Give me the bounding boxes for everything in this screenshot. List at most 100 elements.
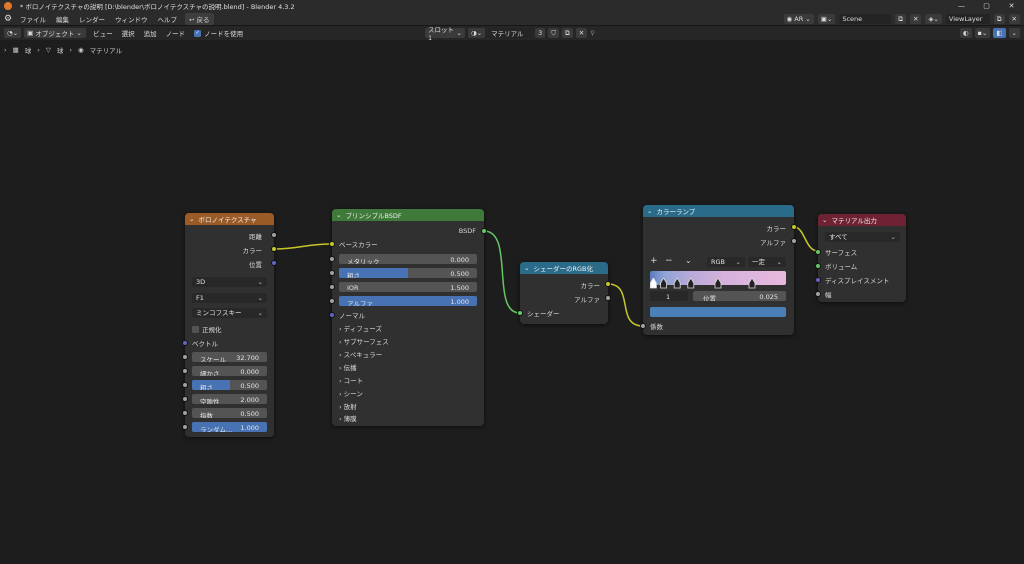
output-alpha-socket[interactable] — [791, 238, 797, 244]
color-ramp-node-header[interactable]: ⌄ カラーランプ — [643, 205, 794, 217]
feature-dropdown[interactable]: F1 ⌄ — [192, 293, 267, 303]
input-vector-socket[interactable] — [182, 340, 188, 346]
output-alpha-socket[interactable] — [605, 295, 611, 301]
input-alpha-socket[interactable] — [329, 298, 335, 304]
normalize-checkbox[interactable] — [192, 325, 199, 333]
distance-metric-dropdown[interactable]: ミンコフスキー ⌄ — [192, 308, 267, 318]
output-bsdf-socket[interactable] — [481, 228, 487, 234]
output-color-socket[interactable] — [605, 281, 611, 287]
color-mode-dropdown[interactable]: RGB ⌄ — [707, 257, 745, 267]
panel-sheen[interactable]: › シーン — [339, 388, 363, 398]
exponent-field[interactable]: 指数 0.500 — [192, 408, 267, 418]
panel-emission[interactable]: › 放射 — [339, 401, 357, 411]
input-thickness-label: 幅 — [825, 291, 832, 299]
material-output-node-header[interactable]: ⌄ マテリアル出力 — [818, 214, 906, 226]
output-color-socket[interactable] — [791, 224, 797, 230]
chevron-down-icon: ⌄ — [776, 258, 782, 266]
input-thickness-socket[interactable] — [815, 291, 821, 297]
principled-bsdf-node[interactable]: ⌄ プリンシプルBSDF BSDF ベースカラー メタリック 0.000 粗さ 0.… — [329, 209, 487, 426]
panel-transmission[interactable]: › 伝播 — [339, 362, 357, 372]
color-ramp-stops[interactable] — [650, 278, 786, 290]
color-stop-marker[interactable] — [714, 278, 722, 289]
alpha-field[interactable]: アルファ 1.000 — [339, 296, 477, 306]
input-shader-socket[interactable] — [517, 310, 523, 316]
lacunarity-field[interactable]: 空隙性 2.000 — [192, 394, 267, 404]
output-bsdf-label: BSDF — [458, 227, 476, 235]
input-volume-socket[interactable] — [815, 263, 821, 269]
shader-rgb-node-title: シェーダーのRGB化 — [533, 265, 593, 273]
input-roughness-socket[interactable] — [182, 382, 188, 388]
panel-coat[interactable]: › コート — [339, 375, 363, 385]
panel-diffuse[interactable]: › ディフューズ — [339, 323, 382, 333]
ramp-menu-chevron-icon[interactable]: ⌄ — [685, 256, 692, 265]
normalize-label: 正規化 — [202, 326, 222, 334]
chevron-down-icon: ⌄ — [257, 309, 263, 317]
material-output-node[interactable]: ⌄ マテリアル出力 すべて ⌄ サーフェス ボリューム ディスプレイスメント 幅 — [815, 214, 906, 302]
principled-node-header[interactable]: ⌄ プリンシプルBSDF — [332, 209, 484, 221]
input-metallic-socket[interactable] — [329, 256, 335, 262]
ior-field[interactable]: IOR 1.500 — [339, 282, 477, 292]
output-distance-socket[interactable] — [271, 232, 277, 238]
material-output-node-title: マテリアル出力 — [831, 217, 877, 225]
input-fac-socket[interactable] — [640, 323, 646, 329]
chevron-down-icon: ⌄ — [890, 233, 896, 241]
normalize-row: 正規化 — [192, 324, 222, 334]
scale-field[interactable]: スケール 32.700 — [192, 352, 267, 362]
roughness-field[interactable]: 粗さ 0.500 — [192, 380, 267, 390]
input-base-color-socket[interactable] — [329, 241, 335, 247]
panel-subsurface[interactable]: › サブサーフェス — [339, 336, 389, 346]
link-ramp-color-to-surface — [793, 226, 819, 252]
detail-field[interactable]: 細かさ 0.000 — [192, 366, 267, 376]
shader-rgb-node-header[interactable]: ⌄ シェーダーのRGB化 — [520, 262, 608, 274]
color-stop-marker[interactable] — [673, 278, 681, 289]
input-randomness-socket[interactable] — [182, 424, 188, 430]
base-color-label: ベースカラー — [339, 241, 378, 249]
input-surface-socket[interactable] — [815, 249, 821, 255]
output-position-label: 位置 — [249, 261, 262, 269]
color-stop-marker[interactable] — [660, 278, 668, 289]
randomness-field[interactable]: ランダム... 1.000 — [192, 422, 267, 432]
collapse-chevron-icon[interactable]: ⌄ — [336, 211, 341, 219]
input-displacement-socket[interactable] — [815, 277, 821, 283]
voronoi-node-title: ボロノイテクスチャ — [198, 216, 257, 224]
color-ramp-node-title: カラーランプ — [656, 208, 696, 216]
voronoi-texture-node[interactable]: ⌄ ボロノイテクスチャ 距離 カラー 位置 3D ⌄ F1 ⌄ ミンコフスキー ⌄ 正… — [182, 213, 277, 437]
color-stop-marker[interactable] — [650, 278, 657, 289]
panel-specular[interactable]: › スペキュラー — [339, 349, 382, 359]
input-exponent-socket[interactable] — [182, 410, 188, 416]
stop-position-field[interactable]: 位置 0.025 — [693, 291, 786, 301]
add-stop-button[interactable]: + — [650, 256, 658, 266]
color-stop-marker[interactable] — [748, 278, 756, 289]
input-ior-socket[interactable] — [329, 284, 335, 290]
panel-thin-film[interactable]: › 薄膜 — [339, 413, 357, 423]
input-roughness-socket[interactable] — [329, 270, 335, 276]
output-position-socket[interactable] — [271, 260, 277, 266]
shader-to-rgb-node[interactable]: ⌄ シェーダーのRGB化 カラー アルファ シェーダー — [517, 262, 611, 324]
collapse-chevron-icon[interactable]: ⌄ — [524, 264, 529, 272]
principled-node-title: プリンシプルBSDF — [345, 212, 402, 220]
collapse-chevron-icon[interactable]: ⌄ — [822, 216, 827, 224]
dimension-dropdown[interactable]: 3D ⌄ — [192, 277, 267, 287]
input-scale-socket[interactable] — [182, 354, 188, 360]
link-shader-color-to-fac — [607, 283, 644, 327]
collapse-chevron-icon[interactable]: ⌄ — [189, 215, 194, 223]
input-detail-socket[interactable] — [182, 368, 188, 374]
color-ramp-node[interactable]: ⌄ カラーランプ カラー アルファ + − ⌄ RGB ⌄ 一定 ⌄ 1 位置 0.0… — [640, 205, 797, 335]
collapse-chevron-icon[interactable]: ⌄ — [647, 207, 652, 215]
roughness-field[interactable]: 粗さ 0.500 — [339, 268, 477, 278]
chevron-down-icon: ⌄ — [257, 278, 263, 286]
output-color-socket[interactable] — [271, 246, 277, 252]
voronoi-node-header[interactable]: ⌄ ボロノイテクスチャ — [185, 213, 274, 225]
remove-stop-button[interactable]: − — [665, 256, 673, 266]
metallic-field[interactable]: メタリック 0.000 — [339, 254, 477, 264]
stop-color-swatch[interactable] — [650, 307, 786, 317]
interpolation-dropdown[interactable]: 一定 ⌄ — [748, 257, 786, 267]
input-normal-socket[interactable] — [329, 312, 335, 318]
input-lacunarity-socket[interactable] — [182, 396, 188, 402]
output-target-dropdown[interactable]: すべて ⌄ — [825, 232, 900, 242]
input-shader-label: シェーダー — [527, 310, 560, 318]
input-volume-label: ボリューム — [825, 263, 858, 271]
stop-index-field[interactable]: 1 — [650, 291, 688, 301]
normal-label: ノーマル — [339, 312, 365, 320]
color-stop-marker[interactable] — [687, 278, 695, 289]
